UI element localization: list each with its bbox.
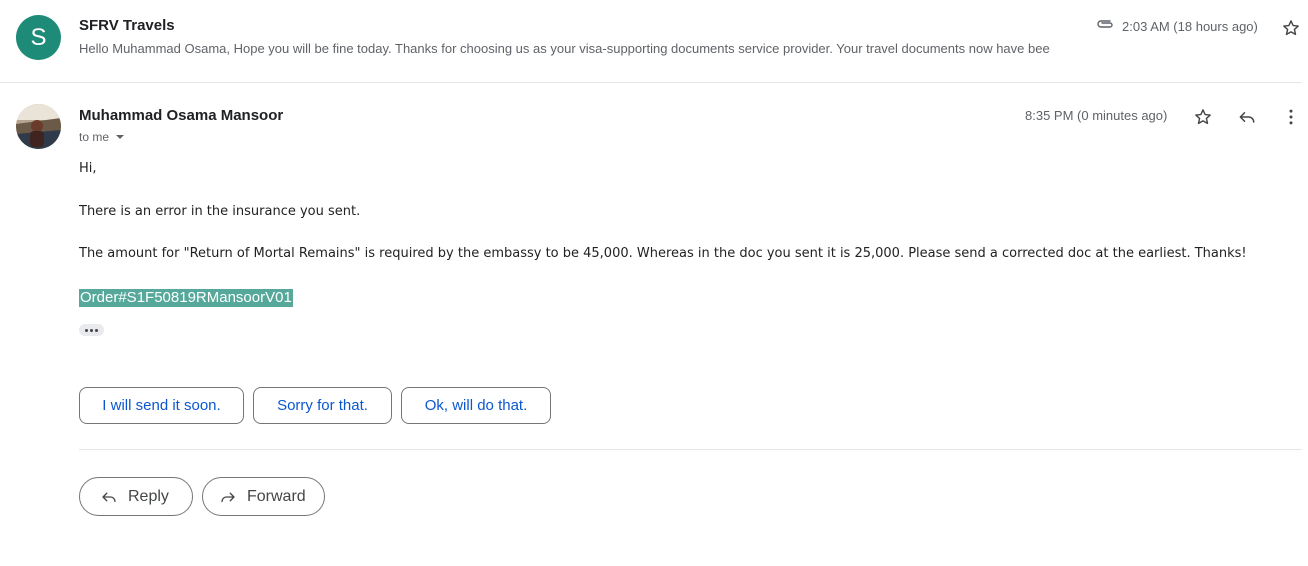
reply-icon (102, 492, 116, 502)
smart-reply-button[interactable]: Sorry for that. (253, 387, 392, 424)
smart-reply-button[interactable]: Ok, will do that. (401, 387, 551, 424)
sender-avatar-photo[interactable] (16, 104, 61, 149)
star-button[interactable] (1191, 105, 1215, 129)
sender-name: SFRV Travels (79, 17, 175, 34)
email-thread: S SFRV Travels Hello Muhammad Osama, Hop… (0, 0, 1308, 566)
sender-name: Muhammad Osama Mansoor (79, 107, 284, 124)
order-reference: Order#S1F50819RMansoorV01 (79, 289, 293, 307)
recipient-label: to me (79, 130, 110, 144)
reply-action-button[interactable]: Reply (79, 477, 193, 516)
star-icon (1195, 109, 1211, 125)
body-line: There is an error in the insurance you s… (79, 204, 361, 219)
collapsed-message[interactable]: S SFRV Travels Hello Muhammad Osama, Hop… (0, 0, 1302, 83)
forward-icon (221, 492, 235, 502)
sender-avatar[interactable]: S (16, 15, 61, 60)
body-line: The amount for "Return of Mortal Remains… (79, 246, 1247, 261)
reply-icon (1239, 112, 1255, 123)
more-options-button[interactable] (1279, 105, 1303, 129)
message-snippet: Hello Muhammad Osama, Hope you will be f… (79, 41, 1050, 56)
star-icon[interactable] (1281, 18, 1301, 38)
message-time: 8:35 PM (0 minutes ago) (1025, 108, 1168, 123)
show-trimmed-content-button[interactable] (79, 324, 104, 336)
forward-label: Forward (247, 487, 306, 505)
smart-reply-button[interactable]: I will send it soon. (79, 387, 244, 424)
paperclip-icon (1097, 20, 1113, 28)
recipient-details[interactable]: to me (79, 130, 125, 144)
dropdown-arrow-icon[interactable] (115, 132, 125, 142)
message-time: 2:03 AM (18 hours ago) (1122, 19, 1258, 34)
divider (79, 449, 1302, 450)
more-vert-icon (1289, 109, 1293, 125)
forward-action-button[interactable]: Forward (202, 477, 325, 516)
reply-label: Reply (128, 487, 169, 505)
body-greeting: Hi, (79, 161, 97, 176)
reply-button[interactable] (1235, 105, 1259, 129)
